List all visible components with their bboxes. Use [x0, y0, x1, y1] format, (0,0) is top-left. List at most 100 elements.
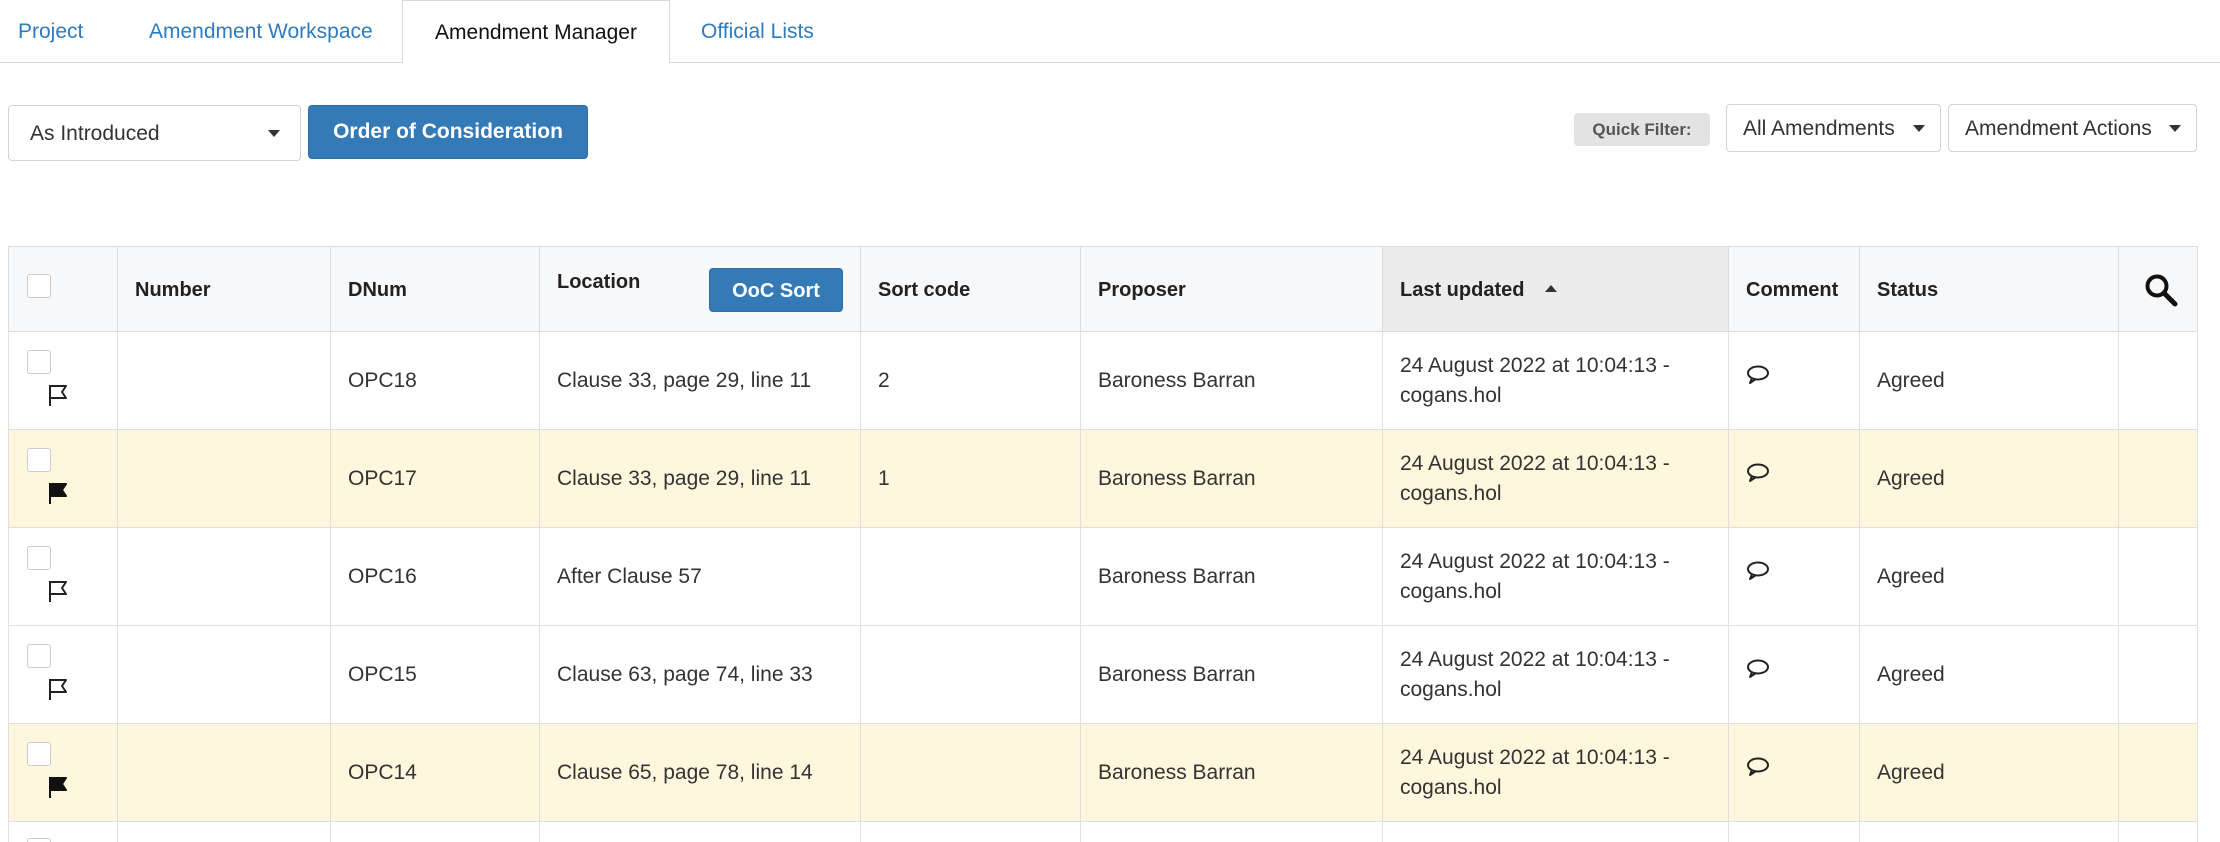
select-all-checkbox[interactable]: [27, 274, 51, 298]
sort-code-value: 1: [878, 467, 890, 490]
tab-official-lists[interactable]: Official Lists: [683, 0, 833, 63]
comment-cell: [1729, 430, 1860, 528]
view-select[interactable]: As Introduced: [8, 105, 301, 161]
sort-code-value: 2: [878, 369, 890, 392]
order-of-consideration-button[interactable]: Order of Consideration: [308, 105, 588, 159]
proposer-value: Baroness Barran: [1098, 565, 1256, 588]
header-proposer-label: Proposer: [1098, 279, 1186, 301]
status-cell: Agreed: [1860, 724, 2119, 822]
header-number[interactable]: Number: [118, 246, 331, 332]
header-sort-code[interactable]: Sort code: [861, 246, 1081, 332]
status-cell: Agreed: [1860, 528, 2119, 626]
ooc-sort-button[interactable]: OoC Sort: [709, 268, 843, 312]
flag-outline-icon[interactable]: [47, 579, 69, 608]
chevron-down-icon: [2169, 125, 2181, 132]
dnum-value: OPC18: [348, 369, 417, 392]
comment-cell: [1729, 528, 1860, 626]
row-select-cell: [8, 528, 118, 626]
location-cell: Clause 33, page 29, line 11: [540, 332, 861, 430]
number-cell: [118, 528, 331, 626]
header-proposer[interactable]: Proposer: [1081, 246, 1383, 332]
header-location-label: Location: [557, 271, 641, 293]
header-comment[interactable]: Comment: [1729, 246, 1860, 332]
actions-cell: [2119, 430, 2198, 528]
last-updated-user: cogans.hol: [1400, 580, 1502, 603]
comment-cell: [1729, 822, 1860, 842]
sort-code-cell: [861, 528, 1081, 626]
proposer-cell: [1081, 822, 1383, 842]
dnum-cell: OPC15: [331, 626, 540, 724]
comment-icon[interactable]: [1746, 659, 1770, 684]
dnum-value: OPC17: [348, 467, 417, 490]
sort-code-cell: [861, 724, 1081, 822]
row-checkbox[interactable]: [27, 838, 51, 842]
header-select: [8, 246, 118, 332]
chevron-down-icon: [268, 130, 280, 137]
location-cell: Clause 63, page 74, line 33: [540, 626, 861, 724]
last-updated-cell: 24 August 2022 at 10:04:13 - cogans.hol: [1383, 430, 1729, 528]
comment-cell: [1729, 626, 1860, 724]
last-updated-value: 24 August 2022 at 10:04:13 -: [1400, 452, 1670, 475]
number-cell: [118, 724, 331, 822]
search-icon[interactable]: [2144, 273, 2178, 313]
sort-code-cell: [861, 822, 1081, 842]
row-checkbox[interactable]: [27, 546, 51, 570]
comment-icon[interactable]: [1746, 365, 1770, 390]
dnum-cell: OPC18: [331, 332, 540, 430]
sort-code-cell: 1: [861, 430, 1081, 528]
row-checkbox[interactable]: [27, 350, 51, 374]
last-updated-user: cogans.hol: [1400, 384, 1502, 407]
proposer-cell: Baroness Barran: [1081, 724, 1383, 822]
view-select-value: As Introduced: [30, 122, 160, 145]
table-row[interactable]: OPC16 After Clause 57 Baroness Barran 24…: [8, 528, 2198, 626]
row-select-cell: [8, 822, 118, 842]
proposer-cell: Baroness Barran: [1081, 430, 1383, 528]
amendment-filter-select[interactable]: All Amendments: [1726, 104, 1941, 152]
dnum-cell: OPC17: [331, 430, 540, 528]
header-status[interactable]: Status: [1860, 246, 2119, 332]
row-checkbox[interactable]: [27, 644, 51, 668]
header-dnum[interactable]: DNum: [331, 246, 540, 332]
tab-project[interactable]: Project: [0, 0, 86, 63]
last-updated-value: 24 August 2022 at 10:04:13 -: [1400, 746, 1670, 769]
header-comment-label: Comment: [1746, 279, 1839, 301]
status-cell: Agreed: [1860, 430, 2119, 528]
comment-icon[interactable]: [1746, 757, 1770, 782]
filter-select-value: All Amendments: [1743, 117, 1895, 140]
flag-outline-icon[interactable]: [47, 383, 69, 412]
table-row[interactable]: OPC18 Clause 33, page 29, line 11 2 Baro…: [8, 332, 2198, 430]
actions-cell: [2119, 822, 2198, 842]
table-row[interactable]: [8, 822, 2198, 842]
header-last-updated-label: Last updated: [1400, 279, 1525, 301]
status-cell: Agreed: [1860, 626, 2119, 724]
table-row[interactable]: OPC14 Clause 65, page 78, line 14 Barone…: [8, 724, 2198, 822]
tab-amendment-workspace[interactable]: Amendment Workspace: [131, 0, 395, 63]
location-cell: Clause 65, page 78, line 14: [540, 724, 861, 822]
comment-icon[interactable]: [1746, 561, 1770, 586]
comment-cell: [1729, 332, 1860, 430]
proposer-value: Baroness Barran: [1098, 761, 1256, 784]
status-value: Agreed: [1877, 761, 1945, 784]
row-select-cell: [8, 430, 118, 528]
proposer-value: Baroness Barran: [1098, 369, 1256, 392]
header-location[interactable]: Location OoC Sort: [540, 246, 861, 332]
table-row[interactable]: OPC17 Clause 33, page 29, line 11 1 Baro…: [8, 430, 2198, 528]
last-updated-cell: [1383, 822, 1729, 842]
location-value: Clause 33, page 29, line 11: [557, 369, 812, 392]
actions-cell: [2119, 332, 2198, 430]
header-last-updated[interactable]: Last updated: [1383, 246, 1729, 332]
table-row[interactable]: OPC15 Clause 63, page 74, line 33 Barone…: [8, 626, 2198, 724]
amendments-table: Number DNum Location OoC Sort Sort code …: [8, 246, 2198, 842]
flag-filled-icon[interactable]: [47, 481, 69, 510]
last-updated-cell: 24 August 2022 at 10:04:13 - cogans.hol: [1383, 332, 1729, 430]
comment-icon[interactable]: [1746, 463, 1770, 488]
tab-amendment-manager[interactable]: Amendment Manager: [402, 0, 670, 64]
number-cell: [118, 626, 331, 724]
flag-filled-icon[interactable]: [47, 775, 69, 804]
location-cell: [540, 822, 861, 842]
row-checkbox[interactable]: [27, 742, 51, 766]
proposer-cell: Baroness Barran: [1081, 626, 1383, 724]
amendment-actions-select[interactable]: Amendment Actions: [1948, 104, 2197, 152]
row-checkbox[interactable]: [27, 448, 51, 472]
flag-outline-icon[interactable]: [47, 677, 69, 706]
